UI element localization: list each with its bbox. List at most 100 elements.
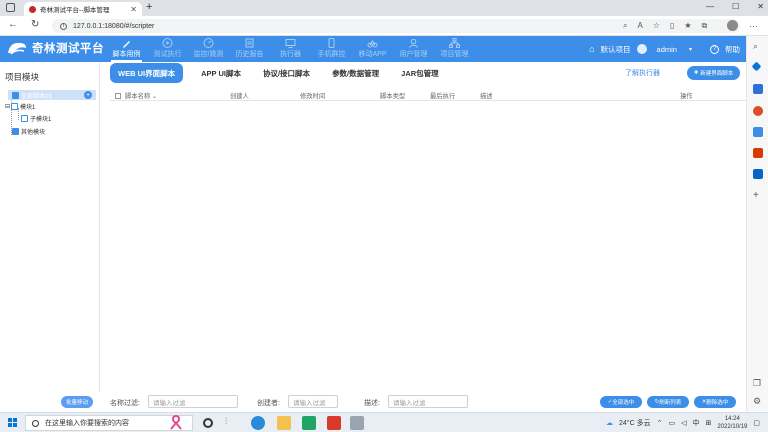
widgets-icon[interactable]: ⫶	[225, 416, 239, 430]
maximize-icon[interactable]: ☐	[732, 2, 739, 11]
split-screen-icon[interactable]: ▯	[670, 21, 674, 31]
column-header-name[interactable]: 脚本名称 ⌄	[115, 91, 157, 100]
games-icon[interactable]	[753, 106, 763, 116]
know-executor-link[interactable]: 了解执行器	[625, 68, 660, 78]
search-icon	[32, 419, 39, 427]
help-link[interactable]: 帮助	[725, 44, 740, 55]
sort-chevron-icon[interactable]: ⌄	[150, 93, 157, 100]
column-header-actions: 操作	[680, 93, 693, 100]
panel-title: 项目模块	[5, 72, 40, 82]
user-avatar[interactable]	[636, 44, 647, 54]
new-script-button[interactable]: ✚ 新建界面脚本	[687, 66, 740, 80]
close-window-icon[interactable]: ✕	[757, 2, 764, 11]
tray-chevron-icon[interactable]: ⌃	[657, 419, 663, 427]
refresh-list-button[interactable]: ↻ 刷新列表	[647, 396, 689, 408]
tab-jar[interactable]: JAR包管理	[393, 63, 447, 83]
clock[interactable]: 14:24 2022/10/19	[717, 415, 747, 431]
refresh-icon[interactable]: ↻	[31, 19, 39, 30]
weather-icon[interactable]: ☁	[606, 419, 613, 427]
ime-indicator[interactable]: 中	[692, 418, 699, 428]
rail-collapse-icon[interactable]: ❐	[753, 378, 763, 388]
select-all-button[interactable]: ✓ 全部选中	[600, 396, 642, 408]
nav-item-4[interactable]: 执行器	[270, 36, 311, 62]
creator-filter-label: 创建者:	[257, 400, 280, 407]
pink-ribbon-icon	[170, 415, 182, 430]
desc-filter-input[interactable]: 请输入过滤	[388, 395, 468, 408]
nav-item-7[interactable]: 用户管理	[393, 36, 434, 62]
window-controls: — ☐ ✕	[706, 2, 764, 11]
home-folder-icon	[12, 91, 19, 99]
windows-start-icon[interactable]	[8, 418, 18, 428]
site-info-icon[interactable]: i	[60, 22, 67, 30]
browser-more-icon[interactable]: …	[749, 19, 758, 29]
outlook-icon[interactable]	[753, 169, 763, 179]
tab-title: 奇林测试平台--脚本管理	[40, 7, 110, 14]
notification-icon[interactable]: ▢	[753, 419, 760, 427]
read-aloud-icon[interactable]: A	[637, 21, 642, 31]
weather-text[interactable]: 24°C 多云	[619, 418, 651, 428]
edge-app-icon[interactable]	[251, 416, 265, 430]
app-c-icon[interactable]	[327, 416, 341, 430]
user-dropdown-icon[interactable]: ▾	[689, 46, 692, 53]
search-rail-icon[interactable]: ⌕	[753, 41, 763, 51]
office-icon[interactable]	[753, 127, 763, 137]
tab-web-ui[interactable]: WEB UI界面脚本	[110, 63, 184, 83]
nav-item-3[interactable]: 历史报告	[229, 36, 270, 62]
nav-item-6[interactable]: 移动APP	[352, 36, 393, 62]
nav-item-0[interactable]: 脚本用例	[106, 36, 147, 62]
bicycle-icon	[367, 40, 378, 48]
batch-move-button[interactable]: 批量移动	[61, 396, 93, 408]
creator-filter-input[interactable]: 请输入过滤	[288, 395, 338, 408]
app-installer-icon[interactable]	[350, 416, 364, 430]
toolbox-icon[interactable]	[753, 84, 763, 94]
phone-icon	[328, 38, 335, 48]
tree-node-module1[interactable]: ⊟ 模块1	[5, 101, 35, 111]
home-icon[interactable]: ⌂	[589, 44, 594, 54]
ime-mode-icon[interactable]: ⊞	[705, 419, 711, 427]
collapse-icon[interactable]: ⊟	[5, 103, 10, 110]
add-module-icon[interactable]: +	[84, 91, 92, 99]
project-module-panel: 项目模块	[0, 62, 100, 392]
header-right: ⌂ 默认项目 admin ▾ ? 帮助	[589, 36, 740, 62]
volume-icon[interactable]: ◁	[681, 419, 686, 427]
delete-selected-button[interactable]: ✕ 删除选中	[694, 396, 736, 408]
select-all-checkbox[interactable]	[115, 93, 121, 100]
user-name[interactable]: admin	[657, 45, 677, 54]
tree-node-label: 子模块1	[30, 116, 52, 123]
nav-item-5[interactable]: 手机群控	[311, 36, 352, 62]
search-page-icon[interactable]: ⌕	[623, 21, 627, 31]
collections-icon[interactable]: ⧉	[702, 21, 708, 31]
favorite-star-icon[interactable]: ☆	[653, 21, 660, 31]
address-bar-row: ← ↻ i 127.0.0.1:18080/#/scripter ⌕ A ☆ ▯…	[0, 16, 768, 36]
network-icon[interactable]: ▭	[668, 419, 675, 427]
nav-item-8[interactable]: 项目管理	[434, 36, 475, 62]
new-tab-icon[interactable]: +	[146, 1, 152, 13]
tab-protocol-api[interactable]: 协议/接口脚本	[255, 63, 318, 83]
tab-close-icon[interactable]: ✕	[130, 5, 137, 14]
pycharm-app-icon[interactable]	[302, 416, 316, 430]
back-icon[interactable]: ←	[8, 19, 18, 30]
nav-item-1[interactable]: 测试执行	[147, 36, 188, 62]
rail-settings-icon[interactable]: ⚙	[753, 396, 763, 406]
tree-node-all-scripts[interactable]: 全部脚本[0] +	[8, 90, 96, 100]
browser-profile-avatar[interactable]	[727, 20, 738, 31]
nav-item-2[interactable]: 监控/跳测	[188, 36, 229, 62]
name-filter-input[interactable]: 请输入过滤	[148, 395, 238, 408]
file-explorer-icon[interactable]	[277, 416, 291, 430]
nav-item-label: 监控/跳测	[193, 51, 224, 58]
browser-tab[interactable]: 奇林测试平台--脚本管理 ✕	[24, 2, 142, 16]
office-365-icon[interactable]	[753, 148, 763, 158]
app-logo[interactable]: 奇林测试平台	[6, 39, 104, 57]
add-rail-icon[interactable]: +	[753, 190, 763, 201]
tab-app-ui[interactable]: APP UI脚本	[193, 63, 249, 83]
minimize-icon[interactable]: —	[706, 2, 714, 11]
help-icon[interactable]: ?	[710, 44, 719, 54]
tree-node-submodule1[interactable]: 子模块1	[21, 113, 51, 123]
tree-node-other[interactable]: 其他模块	[12, 126, 45, 136]
project-name[interactable]: 默认项目	[601, 44, 631, 55]
task-view-icon[interactable]	[203, 418, 213, 428]
tab-params-data[interactable]: 参数/数据管理	[324, 63, 387, 83]
tab-actions-icon[interactable]	[6, 3, 15, 12]
discover-icon[interactable]	[751, 61, 762, 72]
favorites-icon[interactable]: ★	[684, 21, 691, 31]
